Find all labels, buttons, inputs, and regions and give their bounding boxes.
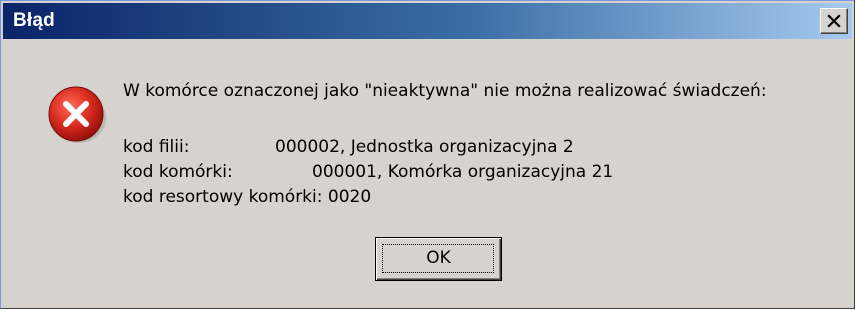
error-dialog: Błąd W komórce oznaczonej jako "nieaktyw… bbox=[0, 0, 855, 309]
komorka-label: kod komórki: bbox=[123, 162, 233, 182]
error-icon bbox=[48, 86, 106, 143]
close-button[interactable] bbox=[820, 8, 848, 34]
kod-resortowy: kod resortowy komórki: 0020 bbox=[123, 187, 372, 207]
close-icon bbox=[827, 14, 841, 28]
title-bar[interactable]: Błąd bbox=[3, 3, 852, 39]
ok-label: OK bbox=[426, 248, 451, 268]
error-message: W komórce oznaczonej jako "nieaktywna" n… bbox=[123, 81, 767, 101]
ok-button[interactable]: OK bbox=[375, 237, 502, 281]
komorka-value: 000001, Komórka organizacyjna 21 bbox=[312, 162, 614, 182]
filia-label: kod filii: bbox=[123, 137, 190, 157]
dialog-title: Błąd bbox=[13, 10, 55, 31]
filia-value: 000002, Jednostka organizacyjna 2 bbox=[275, 137, 574, 157]
